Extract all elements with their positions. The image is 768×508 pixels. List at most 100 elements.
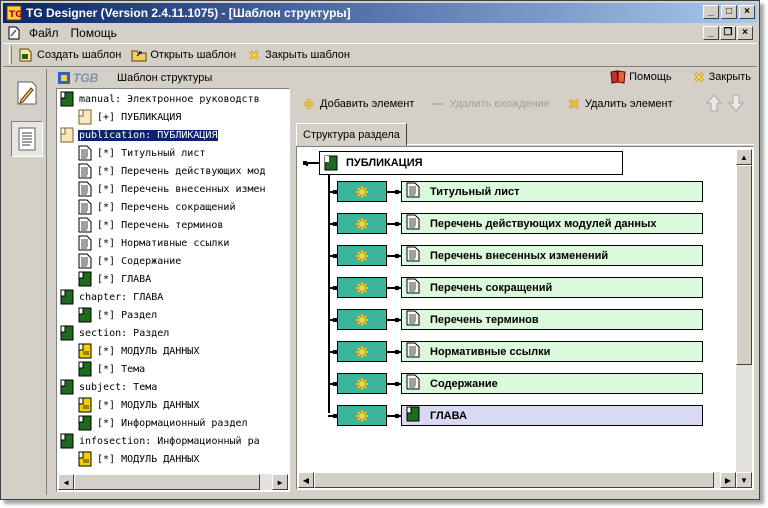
link-dot: [395, 350, 399, 354]
tree-item[interactable]: infosection: Информационный ра: [60, 432, 261, 450]
tree-item-label: [+] ПУБЛИКАЦИЯ: [97, 111, 182, 123]
tree-horizontal-scrollbar[interactable]: ◀ ▶: [58, 474, 288, 490]
link-dot: [395, 190, 399, 194]
tree-item[interactable]: chapter: ГЛАВА: [60, 288, 164, 306]
delete-x-icon: [568, 98, 579, 110]
tree-item[interactable]: [*] Перечень сокращений: [78, 198, 236, 216]
link-dot: [395, 382, 399, 386]
structure-tree[interactable]: manual: Электронное руководств [+] ПУБЛИК…: [56, 88, 290, 492]
sequence-node[interactable]: [337, 181, 387, 202]
tree-item-label: [*] Титульный лист: [97, 147, 206, 159]
child-node[interactable]: Содержание: [401, 373, 703, 394]
menu-help[interactable]: Помощь: [65, 26, 123, 40]
tree-item[interactable]: [*] Перечень внесенных измен: [78, 180, 267, 198]
page-icon: [406, 374, 420, 390]
child-node[interactable]: Нормативные ссылки: [401, 341, 703, 362]
tree-content: manual: Электронное руководств [+] ПУБЛИК…: [58, 90, 288, 474]
close-button[interactable]: ×: [739, 5, 755, 19]
mdi-restore-button[interactable]: ❐: [720, 26, 736, 40]
diagram-vertical-scrollbar[interactable]: ▲ ▼: [736, 149, 752, 488]
scroll-left-button[interactable]: ◀: [58, 474, 74, 490]
move-down-icon[interactable]: [727, 93, 745, 113]
add-element-button[interactable]: Добавить элемент: [303, 98, 414, 110]
child-node[interactable]: Титульный лист: [401, 181, 703, 202]
tree-item[interactable]: manual: Электронное руководств: [60, 90, 261, 108]
close-template-button[interactable]: Закрыть шаблон: [246, 47, 350, 63]
root-node[interactable]: ПУБЛИКАЦИЯ: [319, 151, 623, 175]
child-node[interactable]: ГЛАВА: [401, 405, 703, 426]
scroll-down-button[interactable]: ▼: [736, 472, 752, 488]
tree-item[interactable]: [*] ГЛАВА: [78, 270, 152, 288]
child-node[interactable]: Перечень сокращений: [401, 277, 703, 298]
sequence-node[interactable]: [337, 277, 387, 298]
child-node[interactable]: Перечень действующих модулей данных: [401, 213, 703, 234]
tree-item[interactable]: [+] ПУБЛИКАЦИЯ: [78, 108, 182, 126]
dark-green-doc-icon: [60, 325, 74, 341]
list-document-icon: [18, 127, 36, 151]
title-bar[interactable]: TG TG Designer (Version 2.4.11.1075) - […: [3, 3, 757, 23]
sequence-node[interactable]: [337, 245, 387, 266]
sequence-node[interactable]: [337, 405, 387, 426]
sequence-node[interactable]: [337, 373, 387, 394]
tree-item[interactable]: [*] Тема: [78, 360, 146, 378]
sequence-node[interactable]: [337, 213, 387, 234]
maximize-button[interactable]: □: [721, 5, 737, 19]
structure-diagram[interactable]: ПУБЛИКАЦИЯ Титульный лист Перечень действ…: [296, 146, 754, 490]
document-icon[interactable]: [7, 26, 21, 40]
tree-item[interactable]: subject: Тема: [60, 378, 158, 396]
tree-item[interactable]: [*] Перечень действующих мод: [78, 162, 267, 180]
dark-green-doc-icon: [60, 91, 74, 107]
child-node[interactable]: Перечень терминов: [401, 309, 703, 330]
page-icon: [406, 246, 420, 262]
tree-item[interactable]: section: Раздел: [60, 324, 170, 342]
link-dot: [395, 414, 399, 418]
menu-file[interactable]: Файл: [23, 26, 65, 40]
tree-item-label: section: Раздел: [79, 327, 170, 339]
remove-entry-button[interactable]: Удалить вхождение: [432, 98, 550, 110]
tree-item-label: [*] Перечень действующих мод: [97, 165, 266, 177]
sequence-node[interactable]: [337, 341, 387, 362]
vertical-scroll-thumb[interactable]: [736, 165, 752, 365]
tgb-logo-text: TGB: [73, 71, 99, 85]
tab-section-structure[interactable]: Структура раздела: [296, 123, 407, 146]
tree-item[interactable]: [*] Нормативные ссылки: [78, 234, 230, 252]
panel-header: TGB Шаблон структуры Помощь Закрыть: [53, 69, 757, 87]
scroll-up-button[interactable]: ▲: [736, 149, 752, 165]
diagram-horizontal-scrollbar[interactable]: ◀ ▶: [298, 472, 736, 488]
help-button[interactable]: Помощь: [610, 70, 672, 84]
structure-toolbar: Добавить элемент Удалить вхождение Удали…: [293, 88, 757, 120]
h-scroll-thumb[interactable]: [314, 472, 714, 488]
plus-icon: [304, 99, 314, 109]
child-node[interactable]: Перечень внесенных изменений: [401, 245, 703, 266]
sequence-node[interactable]: [337, 309, 387, 330]
svg-text:TG: TG: [9, 10, 22, 20]
tree-item[interactable]: [*] МОДУЛЬ ДАННЫХ: [78, 342, 200, 360]
h-scroll-right-button[interactable]: ▶: [720, 472, 736, 488]
remove-element-button[interactable]: Удалить элемент: [568, 98, 673, 110]
dark-green-doc-icon: [78, 415, 92, 431]
link-dot: [395, 254, 399, 258]
link-dot: [333, 318, 337, 322]
toolbar-grip[interactable]: [9, 46, 12, 64]
edit-mode-button[interactable]: [11, 75, 43, 111]
tree-item[interactable]: [*] Титульный лист: [78, 144, 206, 162]
tree-item[interactable]: [*] Содержание: [78, 252, 182, 270]
panel-close-button[interactable]: Закрыть: [692, 70, 751, 84]
move-up-icon[interactable]: [705, 93, 723, 113]
tree-item[interactable]: [*] МОДУЛЬ ДАННЫХ: [78, 450, 200, 468]
tree-item[interactable]: [*] Информационный раздел: [78, 414, 249, 432]
scroll-right-button[interactable]: ▶: [272, 474, 288, 490]
h-scroll-left-button[interactable]: ◀: [298, 472, 314, 488]
tree-item[interactable]: [*] Раздел: [78, 306, 158, 324]
scroll-thumb[interactable]: [74, 474, 260, 490]
tree-item[interactable]: publication: ПУБЛИКАЦИЯ: [60, 126, 219, 144]
tree-item[interactable]: [*] Перечень терминов: [78, 216, 224, 234]
mdi-close-button[interactable]: ×: [737, 26, 753, 40]
structure-mode-button[interactable]: [11, 121, 43, 157]
mdi-minimize-button[interactable]: _: [703, 26, 719, 40]
create-template-button[interactable]: Создать шаблон: [18, 47, 121, 63]
tree-item[interactable]: [*] МОДУЛЬ ДАННЫХ: [78, 396, 200, 414]
minimize-button[interactable]: _: [703, 5, 719, 19]
page-icon: [406, 310, 420, 326]
open-template-button[interactable]: Открыть шаблон: [131, 47, 236, 63]
